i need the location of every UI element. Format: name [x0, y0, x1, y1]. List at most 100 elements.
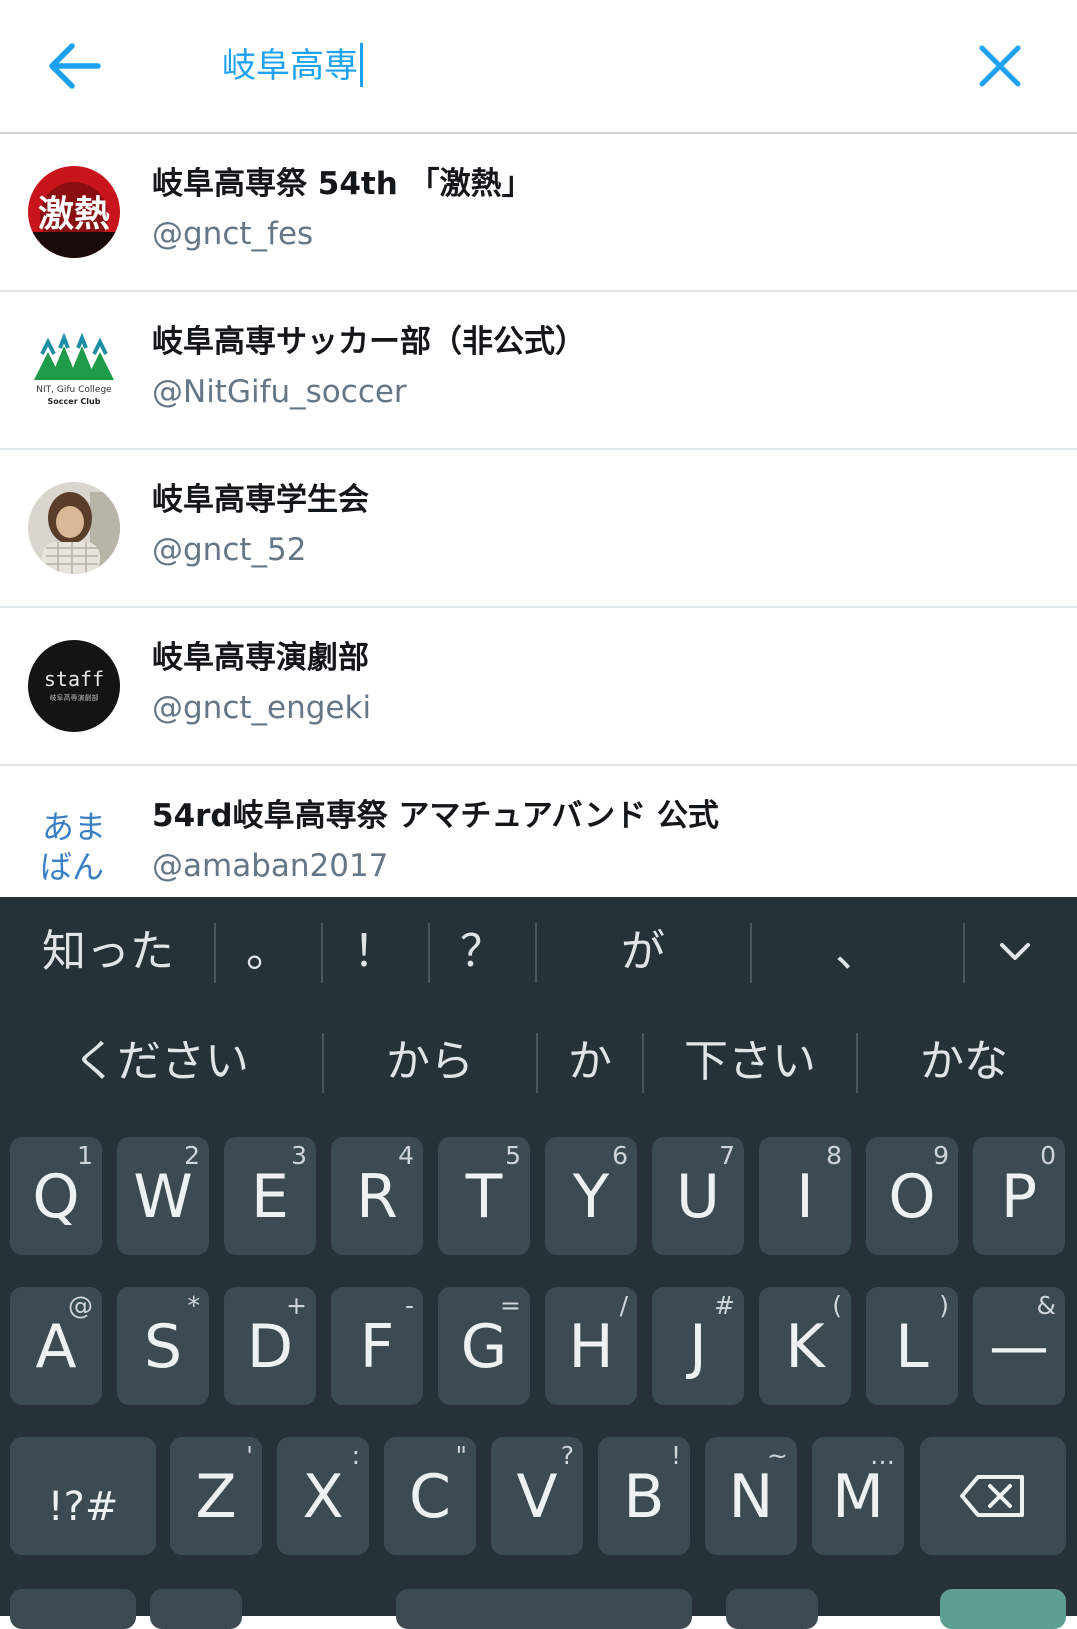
suggestion-bar-primary: 知った 。 ！ ？ が 、 — [0, 897, 1077, 1007]
key-label: V — [516, 1462, 558, 1532]
avatar-soccer-line1: NIT, Gifu College — [36, 385, 112, 395]
chevron-down-icon — [1000, 943, 1030, 960]
suggestion-item[interactable]: ？ — [430, 897, 534, 1007]
search-header: 岐阜高専 — [0, 0, 1077, 134]
suggestion-item[interactable]: 下さい — [644, 1007, 856, 1117]
suggestion-item[interactable]: ください — [0, 1007, 322, 1117]
avatar-gnct-engeki: staff 岐阜高専演劇部 — [28, 640, 120, 732]
key-f[interactable]: -F — [331, 1287, 423, 1405]
result-row-gnct-52[interactable]: 岐阜高専学生会 @gnct_52 — [0, 450, 1077, 608]
key-k[interactable]: (K — [759, 1287, 851, 1405]
result-handle: @NitGifu_soccer — [152, 374, 407, 410]
key-label: E — [251, 1162, 289, 1232]
expand-suggestions-button[interactable] — [990, 931, 1040, 973]
key-v[interactable]: ? V — [491, 1437, 583, 1555]
key-q[interactable]: 1Q — [10, 1137, 102, 1255]
result-name: 岐阜高専サッカー部（非公式） — [152, 324, 586, 360]
key-e[interactable]: 3E — [224, 1137, 316, 1255]
key-c[interactable]: " C — [384, 1437, 476, 1555]
result-row-gnct-engeki[interactable]: staff 岐阜高専演劇部 岐阜高専演劇部 @gnct_engeki — [0, 608, 1077, 766]
key-y[interactable]: 6Y — [545, 1137, 637, 1255]
key-label: A — [35, 1312, 77, 1382]
key-g[interactable]: = G — [438, 1287, 530, 1405]
suggestion-item[interactable]: 知った — [20, 897, 196, 1007]
key-s[interactable]: * S — [117, 1287, 209, 1405]
suggestion-item[interactable]: 。 — [216, 897, 320, 1007]
suggestion-divider — [963, 923, 965, 983]
search-results-list: 激熱 岐阜高専祭 54th 「激熱」 @gnct_fes NIT, Gifu C… — [0, 134, 1077, 922]
suggestion-bar-secondary: ください から か 下さい かな — [0, 1007, 1077, 1117]
key-label: T — [465, 1162, 503, 1232]
avatar-engeki-text: staff — [44, 667, 104, 691]
result-handle: @amaban2017 — [152, 848, 389, 884]
key-label: U — [676, 1162, 720, 1232]
search-input[interactable]: 岐阜高専 — [222, 38, 363, 94]
key-label: H — [568, 1312, 614, 1382]
result-row-gnct-fes[interactable]: 激熱 岐阜高専祭 54th 「激熱」 @gnct_fes — [0, 134, 1077, 292]
suggestion-item[interactable]: が — [537, 897, 749, 1007]
key-d[interactable]: + D — [224, 1287, 316, 1405]
avatar-amaban2017: あま ばん — [28, 798, 120, 890]
key-m[interactable]: … M — [812, 1437, 904, 1555]
symbols-key[interactable]: !?# — [10, 1437, 156, 1555]
key-a[interactable]: @ A — [10, 1287, 102, 1405]
key-b[interactable]: ! B — [598, 1437, 690, 1555]
key-label: Z — [195, 1462, 237, 1532]
suggestion-item[interactable]: から — [324, 1007, 536, 1117]
result-handle: @gnct_fes — [152, 216, 314, 252]
key-label: N — [728, 1462, 774, 1532]
key-label: R — [356, 1162, 398, 1232]
key-label: K — [785, 1312, 825, 1382]
search-input-value: 岐阜高専 — [222, 46, 358, 86]
key-t[interactable]: 5T — [438, 1137, 530, 1255]
key-partial[interactable] — [726, 1589, 818, 1629]
suggestion-item[interactable]: ！ — [323, 897, 427, 1007]
result-name: 岐阜高専学生会 — [152, 482, 369, 518]
key-label: B — [623, 1462, 665, 1532]
key-label: — — [989, 1312, 1049, 1382]
result-row-nitgifu-soccer[interactable]: NIT, Gifu College Soccer Club 岐阜高専サッカー部（… — [0, 292, 1077, 450]
result-name: 岐阜高専祭 54th 「激熱」 — [152, 166, 533, 202]
key-partial[interactable] — [150, 1589, 242, 1629]
avatar-soccer-line2: Soccer Club — [48, 397, 101, 406]
key-w[interactable]: 2W — [117, 1137, 209, 1255]
key-i[interactable]: 8I — [759, 1137, 851, 1255]
space-key[interactable] — [396, 1589, 692, 1629]
suggestion-item[interactable]: 、 — [752, 897, 962, 1007]
key-n[interactable]: ~ N — [705, 1437, 797, 1555]
key-label: !?# — [47, 1484, 119, 1530]
key-l[interactable]: ) L — [866, 1287, 958, 1405]
suggestion-item[interactable]: か — [538, 1007, 642, 1117]
key-label: X — [302, 1462, 344, 1532]
close-x-icon — [979, 45, 1021, 87]
avatar-fes-text: 激熱 — [38, 193, 110, 235]
avatar-engeki-sub: 岐阜高専演劇部 — [50, 693, 99, 702]
key-label: F — [359, 1312, 395, 1382]
key-label: M — [832, 1462, 884, 1532]
result-handle: @gnct_engeki — [152, 690, 372, 726]
key-z[interactable]: ' Z — [170, 1437, 262, 1555]
action-key[interactable] — [940, 1589, 1066, 1629]
key-label: I — [796, 1162, 814, 1232]
key-p[interactable]: 0P — [973, 1137, 1065, 1255]
key-u[interactable]: 7U — [652, 1137, 744, 1255]
backspace-key[interactable] — [920, 1437, 1066, 1555]
key-label: W — [133, 1162, 193, 1232]
arrow-left-icon — [49, 43, 101, 89]
key-x[interactable]: :X — [277, 1437, 369, 1555]
key-j[interactable]: # J — [652, 1287, 744, 1405]
back-button[interactable] — [44, 36, 104, 96]
key-partial[interactable] — [10, 1589, 136, 1629]
key-label: D — [246, 1312, 294, 1382]
clear-search-button[interactable] — [970, 36, 1030, 96]
suggestion-item[interactable]: かな — [858, 1007, 1070, 1117]
key-label: O — [888, 1162, 936, 1232]
key-label: Y — [572, 1162, 610, 1232]
key-h[interactable]: / H — [545, 1287, 637, 1405]
soft-keyboard: 知った 。 ！ ？ が 、 ください から か 下さい かな 1Q 2W 3E … — [0, 897, 1077, 1629]
key-long-dash[interactable]: & — — [973, 1287, 1065, 1405]
key-r[interactable]: 4R — [331, 1137, 423, 1255]
avatar-gnct-fes: 激熱 — [28, 166, 120, 258]
key-o[interactable]: 9O — [866, 1137, 958, 1255]
avatar-gnct-52 — [28, 482, 120, 574]
